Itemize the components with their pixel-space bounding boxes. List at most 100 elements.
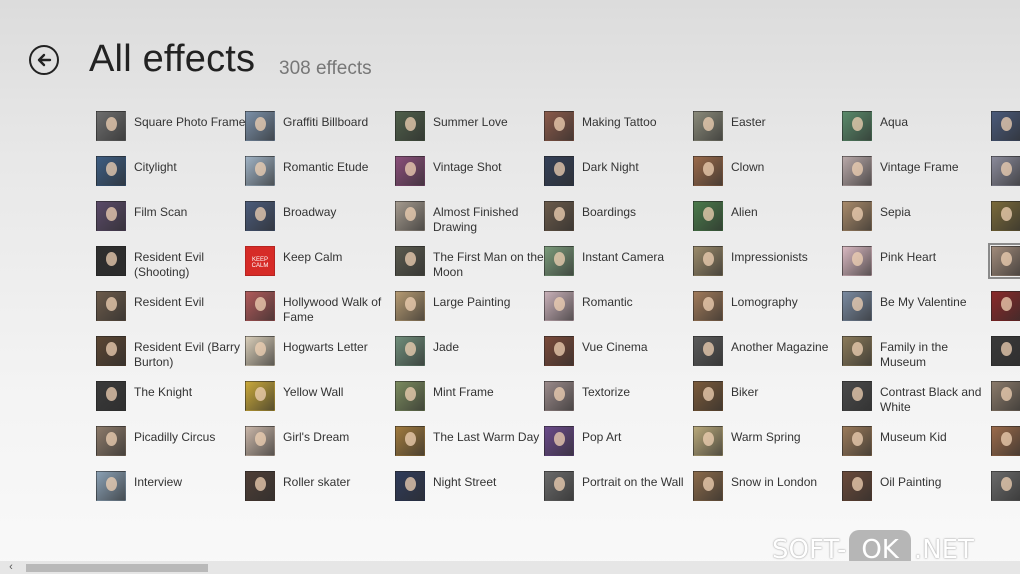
effect-label: Another Magazine (731, 340, 829, 354)
effect-tile[interactable]: Square Photo Frame (96, 111, 246, 151)
effect-tile[interactable]: Another Magazine (693, 336, 843, 376)
effect-tile[interactable]: Resident Evil (Shooting) (96, 246, 246, 286)
effect-tile[interactable]: Jade (395, 336, 545, 376)
effect-tile[interactable] (991, 471, 1020, 511)
effect-label: Dark Night (582, 160, 639, 174)
effect-label: Sepia (880, 205, 911, 219)
effect-thumbnail (96, 201, 126, 231)
effect-tile[interactable]: Lomography (693, 291, 843, 331)
effect-label: Vintage Shot (433, 160, 502, 174)
effect-tile[interactable]: Summer Love (395, 111, 545, 151)
effect-tile[interactable]: Portrait on the Wall (544, 471, 694, 511)
effect-tile[interactable]: Contrast Black and White (842, 381, 992, 421)
effect-tile[interactable]: Family in the Museum (842, 336, 992, 376)
effect-tile[interactable]: Film Scan (96, 201, 246, 241)
effect-tile[interactable] (991, 381, 1020, 421)
effect-thumbnail (96, 291, 126, 321)
effect-tile[interactable]: Romantic Etude (245, 156, 395, 196)
effect-tile[interactable]: Picadilly Circus (96, 426, 246, 466)
effect-tile[interactable]: Mint Frame (395, 381, 545, 421)
effect-tile[interactable] (988, 243, 1020, 286)
effect-tile[interactable]: The Last Warm Day (395, 426, 545, 466)
scrollbar-thumb[interactable] (26, 564, 208, 572)
effect-thumbnail (544, 471, 574, 501)
effect-tile[interactable]: Sepia (842, 201, 992, 241)
effect-label: Impressionists (731, 250, 808, 264)
effect-tile[interactable]: Easter (693, 111, 843, 151)
effect-tile[interactable]: Aqua (842, 111, 992, 151)
effect-thumbnail (544, 246, 574, 276)
effect-tile[interactable] (991, 111, 1020, 151)
effect-label: Large Painting (433, 295, 511, 309)
effect-tile[interactable]: Romantic (544, 291, 694, 331)
effect-thumbnail (395, 246, 425, 276)
effect-thumbnail (544, 201, 574, 231)
effect-tile[interactable]: Almost Finished Drawing (395, 201, 545, 241)
effect-tile[interactable]: Pink Heart (842, 246, 992, 286)
effect-tile[interactable] (991, 336, 1020, 376)
effect-tile[interactable]: The First Man on the Moon (395, 246, 545, 286)
effect-tile[interactable]: KEEP CALM Keep Calm (245, 246, 395, 286)
effect-tile[interactable]: Roller skater (245, 471, 395, 511)
effect-tile[interactable] (991, 426, 1020, 466)
effect-tile[interactable]: Impressionists (693, 246, 843, 286)
effect-tile[interactable]: Girl's Dream (245, 426, 395, 466)
effect-thumbnail (991, 336, 1020, 366)
effect-label: Romantic Etude (283, 160, 369, 174)
effect-tile[interactable]: Hogwarts Letter (245, 336, 395, 376)
effect-tile[interactable]: Alien (693, 201, 843, 241)
effect-tile[interactable]: Dark Night (544, 156, 694, 196)
effect-tile[interactable]: Citylight (96, 156, 246, 196)
effect-tile[interactable]: Pop Art (544, 426, 694, 466)
effect-tile[interactable] (991, 156, 1020, 196)
effect-label: Square Photo Frame (134, 115, 246, 129)
effect-thumbnail (96, 381, 126, 411)
effect-label: Portrait on the Wall (582, 475, 684, 489)
effect-label: Lomography (731, 295, 798, 309)
effect-tile[interactable] (991, 201, 1020, 241)
effect-tile[interactable]: Clown (693, 156, 843, 196)
effect-tile[interactable]: Instant Camera (544, 246, 694, 286)
effect-tile[interactable]: Vintage Frame (842, 156, 992, 196)
effect-tile[interactable]: Resident Evil (Barry Burton) (96, 336, 246, 376)
effect-thumbnail (991, 291, 1020, 321)
effect-thumbnail (693, 471, 723, 501)
effect-thumbnail (96, 426, 126, 456)
effect-tile[interactable]: Resident Evil (96, 291, 246, 331)
effect-tile[interactable]: The Knight (96, 381, 246, 421)
horizontal-scrollbar[interactable]: ‹ (0, 561, 1020, 574)
effect-thumbnail (395, 426, 425, 456)
effect-label: Warm Spring (731, 430, 801, 444)
effect-tile[interactable]: Boardings (544, 201, 694, 241)
effect-thumbnail (245, 291, 275, 321)
effect-thumbnail (693, 201, 723, 231)
effect-tile[interactable] (991, 291, 1020, 331)
effect-tile[interactable]: Warm Spring (693, 426, 843, 466)
effect-thumbnail (693, 336, 723, 366)
effect-thumbnail (842, 156, 872, 186)
effect-tile[interactable]: Vue Cinema (544, 336, 694, 376)
effect-tile[interactable]: Broadway (245, 201, 395, 241)
effect-tile[interactable]: Making Tattoo (544, 111, 694, 151)
effect-tile[interactable]: Textorize (544, 381, 694, 421)
effect-label: Biker (731, 385, 759, 399)
effect-tile[interactable]: Snow in London (693, 471, 843, 511)
effect-tile[interactable]: Yellow Wall (245, 381, 395, 421)
effect-label: Citylight (134, 160, 177, 174)
effect-tile[interactable]: Oil Painting (842, 471, 992, 511)
effect-thumbnail (693, 381, 723, 411)
effect-tile[interactable]: Large Painting (395, 291, 545, 331)
scroll-left-arrow-icon[interactable]: ‹ (4, 561, 18, 574)
effect-tile[interactable]: Hollywood Walk of Fame (245, 291, 395, 331)
effect-tile[interactable]: Vintage Shot (395, 156, 545, 196)
effect-tile[interactable]: Biker (693, 381, 843, 421)
effect-tile[interactable]: Night Street (395, 471, 545, 511)
effect-tile[interactable]: Interview (96, 471, 246, 511)
effect-label: Snow in London (731, 475, 818, 489)
effect-tile[interactable]: Museum Kid (842, 426, 992, 466)
effect-tile[interactable]: Graffiti Billboard (245, 111, 395, 151)
effect-tile[interactable]: Be My Valentine (842, 291, 992, 331)
effect-thumbnail: KEEP CALM (245, 246, 275, 276)
effect-thumbnail (693, 291, 723, 321)
effect-label: Night Street (433, 475, 497, 489)
